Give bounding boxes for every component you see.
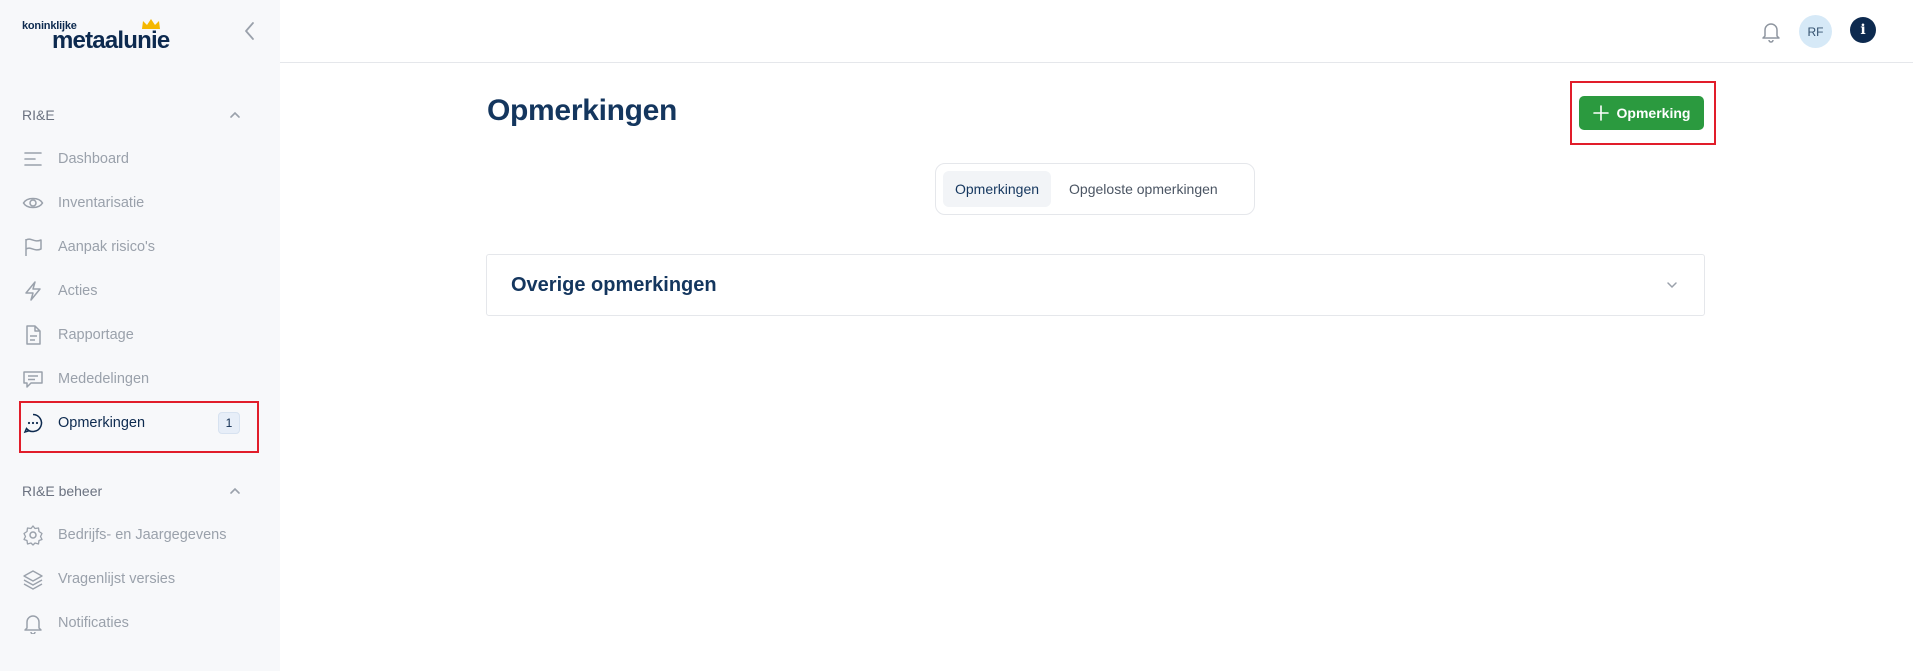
notification-bell-icon[interactable] [1760,19,1782,43]
sidebar-item-label: Mededelingen [58,371,150,387]
page-title: Opmerkingen [487,94,678,127]
sidebar-item-vragenlijst-versies[interactable]: Vragenlijst versies [22,564,252,594]
user-avatar[interactable]: RF [1799,15,1832,48]
info-icon[interactable]: i [1850,17,1876,43]
accordion-title: Overige opmerkingen [511,273,717,296]
sidebar-item-mededelingen[interactable]: Mededelingen [22,364,252,394]
highlight-box [19,401,259,453]
tab-bar: Opmerkingen Opgeloste opmerkingen [935,163,1255,215]
sidebar-item-rapportage[interactable]: Rapportage [22,320,252,350]
highlight-box [1570,81,1716,145]
sidebar-item-label: Acties [58,283,98,299]
lightning-icon [22,280,44,302]
sidebar-item-label: Aanpak risico's [58,239,156,255]
sidebar-item-label: Inventarisatie [58,195,145,211]
dashboard-icon [22,148,44,170]
sidebar-item-notificaties[interactable]: Notificaties [22,608,252,638]
sidebar-item-label: Bedrijfs- en Jaargegevens [58,527,227,543]
sidebar-item-acties[interactable]: Acties [22,276,252,306]
accordion-overige-opmerkingen[interactable]: Overige opmerkingen [486,254,1705,316]
sidebar-item-label: Rapportage [58,327,134,343]
bell-icon [22,612,44,634]
chevron-down-icon [1667,282,1677,289]
eye-icon [22,192,44,214]
app-root: koninklijke metaalunie RI&E Dashboard In… [0,0,1913,671]
chevron-up-icon [230,487,240,494]
sidebar-item-label: Dashboard [58,151,129,167]
section-rie-toggle[interactable]: RI&E [22,105,242,125]
gear-icon [22,524,44,546]
section-rie-beheer-toggle[interactable]: RI&E beheer [22,481,242,501]
crown-icon [142,19,160,29]
sidebar-item-inventarisatie[interactable]: Inventarisatie [22,188,252,218]
tab-opgeloste-opmerkingen[interactable]: Opgeloste opmerkingen [1057,171,1230,207]
document-icon [22,324,44,346]
chevron-up-icon [230,111,240,118]
sidebar-item-label: Vragenlijst versies [58,571,176,587]
section-label: RI&E beheer [22,483,103,499]
layers-icon [22,568,44,590]
topbar [280,0,1913,63]
message-icon [22,368,44,390]
tab-opmerkingen[interactable]: Opmerkingen [943,171,1052,207]
metaalunie-logo[interactable]: koninklijke metaalunie [22,18,172,54]
section-label: RI&E [22,107,55,123]
sidebar: koninklijke metaalunie RI&E Dashboard In… [0,0,280,671]
sidebar-item-bedrijfsgegevens[interactable]: Bedrijfs- en Jaargegevens [22,520,252,550]
flag-icon [22,236,44,258]
sidebar-item-dashboard[interactable]: Dashboard [22,144,252,174]
sidebar-item-aanpak-risicos[interactable]: Aanpak risico's [22,232,252,262]
sidebar-item-label: Notificaties [58,615,129,631]
logo-big-text: metaalunie [52,27,170,54]
chevron-left-icon[interactable] [240,20,260,42]
